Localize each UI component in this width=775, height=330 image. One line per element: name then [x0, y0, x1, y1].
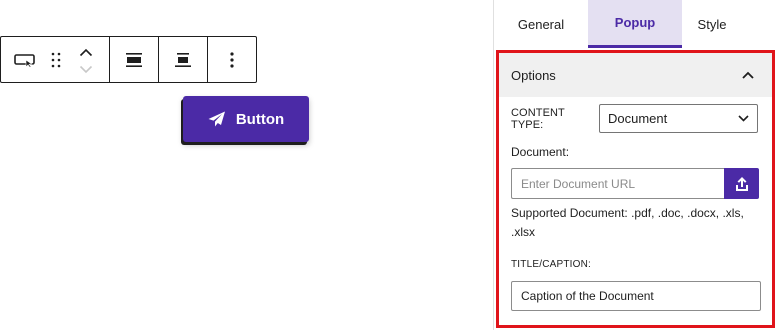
align-button[interactable]	[159, 37, 208, 82]
options-header[interactable]: Options	[499, 53, 772, 97]
move-down-button[interactable]	[79, 63, 93, 77]
block-movers	[74, 37, 98, 82]
move-up-icon	[79, 48, 93, 57]
more-options-icon	[230, 51, 234, 68]
content-type-row: CONTENT TYPE: Document	[511, 104, 758, 133]
document-label: Document:	[511, 145, 570, 159]
upload-document-button[interactable]	[724, 168, 759, 199]
justify-button[interactable]	[110, 37, 159, 82]
align-center-icon	[175, 52, 191, 67]
move-down-icon	[79, 65, 93, 74]
tab-popup[interactable]: Popup	[588, 0, 682, 48]
justify-space-icon	[126, 52, 142, 67]
upload-icon	[735, 176, 748, 191]
options-title: Options	[511, 67, 556, 83]
paper-plane-icon	[208, 111, 225, 127]
move-up-button[interactable]	[79, 43, 93, 63]
button-block[interactable]: Button	[183, 96, 309, 142]
options-section: Options CONTENT TYPE: Document Document:	[496, 50, 775, 328]
tab-general[interactable]: General	[494, 0, 588, 48]
block-type-button[interactable]	[1, 37, 49, 82]
button-label: Button	[235, 110, 285, 128]
panel-tabs: General Popup Style	[494, 0, 775, 48]
document-url-row	[511, 168, 759, 199]
tab-style[interactable]: Style	[682, 0, 742, 48]
content-type-value: Document	[608, 111, 668, 126]
more-options-button[interactable]	[208, 37, 256, 82]
block-toolbar	[0, 36, 257, 83]
drag-handle-icon	[51, 52, 61, 67]
content-type-select[interactable]: Document	[599, 104, 758, 133]
button-block-icon	[14, 53, 35, 68]
caption-label: TITLE/CAPTION:	[511, 259, 592, 270]
caption-input[interactable]	[511, 281, 761, 311]
supported-documents-note: Supported Document: .pdf, .doc, .docx, .…	[511, 206, 744, 239]
content-type-label: CONTENT TYPE:	[511, 106, 565, 131]
document-url-input[interactable]	[511, 168, 724, 199]
chevron-down-icon	[738, 115, 749, 122]
block-toolbar-group-main	[1, 37, 110, 82]
settings-panel: General Popup Style Options CONTENT TYPE…	[493, 0, 775, 330]
chevron-up-icon	[742, 71, 754, 79]
drag-handle[interactable]	[49, 37, 63, 82]
